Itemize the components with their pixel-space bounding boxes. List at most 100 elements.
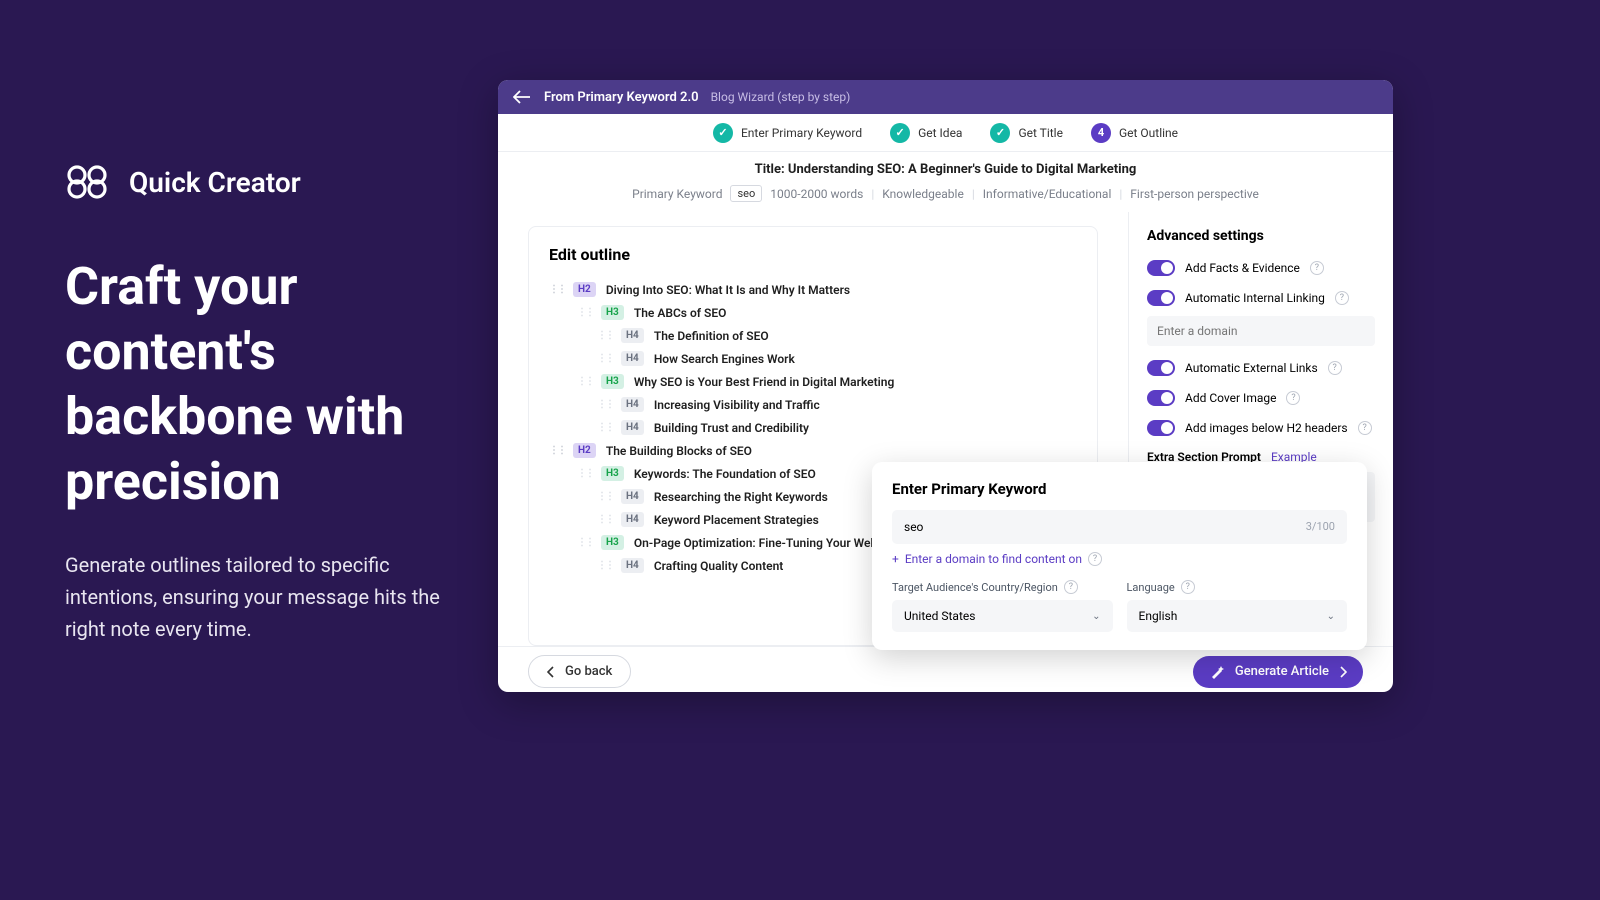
logo: Quick Creator	[65, 165, 485, 199]
toggle-cover-image[interactable]	[1147, 390, 1175, 406]
outline-item[interactable]: ⋮⋮ H3 The ABCs of SEO	[577, 301, 1077, 324]
drag-handle-icon[interactable]: ⋮⋮	[597, 330, 611, 341]
step-label: Get Idea	[918, 126, 962, 140]
tone: Knowledgeable	[882, 187, 964, 201]
outline-text: Keywords: The Foundation of SEO	[634, 467, 816, 481]
heading-level-tag: H2	[573, 443, 596, 458]
setting-external-links: Automatic External Links ?	[1147, 360, 1375, 376]
drag-handle-icon[interactable]: ⋮⋮	[577, 537, 591, 548]
help-icon[interactable]: ?	[1064, 580, 1078, 594]
hero-subtitle: Generate outlines tailored to specific i…	[65, 549, 485, 645]
drag-handle-icon[interactable]: ⋮⋮	[597, 560, 611, 571]
generate-article-button[interactable]: Generate Article	[1193, 656, 1363, 688]
drag-handle-icon[interactable]: ⋮⋮	[597, 422, 611, 433]
help-icon[interactable]: ?	[1358, 421, 1372, 435]
outline-text: Keyword Placement Strategies	[654, 513, 819, 527]
pov: First-person perspective	[1130, 187, 1259, 201]
drag-handle-icon[interactable]: ⋮⋮	[577, 376, 591, 387]
heading-level-tag: H4	[621, 397, 644, 412]
style: Informative/Educational	[983, 187, 1112, 201]
check-icon: ✓	[990, 123, 1010, 143]
outline-text: Researching the Right Keywords	[654, 490, 828, 504]
region-select[interactable]: United States ⌄	[892, 600, 1113, 632]
help-icon[interactable]: ?	[1181, 580, 1195, 594]
outline-text: Diving Into SEO: What It Is and Why It M…	[606, 283, 850, 297]
step-enter-keyword[interactable]: ✓ Enter Primary Keyword	[713, 123, 862, 143]
outline-item[interactable]: ⋮⋮ H4 How Search Engines Work	[597, 347, 1077, 370]
chevron-down-icon: ⌄	[1327, 611, 1335, 622]
step-get-title[interactable]: ✓ Get Title	[990, 123, 1063, 143]
back-arrow-icon[interactable]	[512, 87, 532, 107]
check-icon: ✓	[890, 123, 910, 143]
plus-icon: +	[892, 552, 899, 566]
drag-handle-icon[interactable]: ⋮⋮	[577, 307, 591, 318]
header-title: From Primary Keyword 2.0	[544, 90, 699, 105]
outline-item[interactable]: ⋮⋮H2The Building Blocks of SEO	[549, 439, 1077, 462]
setting-h2-images: Add images below H2 headers ?	[1147, 420, 1375, 436]
toggle-h2-images[interactable]	[1147, 420, 1175, 436]
popup-title: Enter Primary Keyword	[892, 480, 1347, 498]
help-icon[interactable]: ?	[1310, 261, 1324, 275]
outline-item[interactable]: ⋮⋮H4The Definition of SEO	[597, 324, 1077, 347]
outline-text: Why SEO is Your Best Friend in Digital M…	[634, 375, 894, 389]
article-meta: Title: Understanding SEO: A Beginner's G…	[498, 152, 1393, 212]
drag-handle-icon[interactable]: ⋮⋮	[597, 491, 611, 502]
outline-item[interactable]: ⋮⋮ H3 Why SEO is Your Best Friend in Digit…	[577, 370, 1077, 393]
wizard-footer: Go back Generate Article	[498, 646, 1393, 692]
drag-handle-icon[interactable]: ⋮⋮	[549, 445, 563, 456]
drag-handle-icon[interactable]: ⋮⋮	[597, 353, 611, 364]
article-title: Title: Understanding SEO: A Beginner's G…	[528, 162, 1363, 177]
step-label: Get Outline	[1119, 126, 1178, 140]
primary-keyword-input[interactable]	[892, 510, 1347, 544]
outline-text: On-Page Optimization: Fine-Tuning Your W…	[634, 536, 897, 550]
outline-text: How Search Engines Work	[654, 352, 795, 366]
step-get-idea[interactable]: ✓ Get Idea	[890, 123, 962, 143]
magic-wand-icon	[1209, 664, 1225, 680]
heading-level-tag: H4	[621, 558, 644, 573]
outline-text: Increasing Visibility and Traffic	[654, 398, 820, 412]
help-icon[interactable]: ?	[1286, 391, 1300, 405]
logo-icon	[65, 165, 109, 199]
heading-level-tag: H3	[601, 466, 624, 481]
heading-level-tag: H3	[601, 305, 624, 320]
step-number-badge: 4	[1091, 123, 1111, 143]
app-header: From Primary Keyword 2.0 Blog Wizard (st…	[498, 80, 1393, 114]
heading-level-tag: H4	[621, 489, 644, 504]
toggle-internal-link[interactable]	[1147, 290, 1175, 306]
help-icon[interactable]: ?	[1328, 361, 1342, 375]
go-back-button[interactable]: Go back	[528, 655, 631, 688]
heading-level-tag: H4	[621, 512, 644, 527]
chevron-right-icon	[1339, 666, 1347, 678]
toggle-external-link[interactable]	[1147, 360, 1175, 376]
wizard-stepper: ✓ Enter Primary Keyword ✓ Get Idea ✓ Get…	[498, 114, 1393, 152]
setting-cover-image: Add Cover Image ?	[1147, 390, 1375, 406]
check-icon: ✓	[713, 123, 733, 143]
setting-internal-linking: Automatic Internal Linking ?	[1147, 290, 1375, 306]
outline-item[interactable]: ⋮⋮H4Building Trust and Credibility	[597, 416, 1077, 439]
toggle-facts[interactable]	[1147, 260, 1175, 276]
setting-facts-evidence: Add Facts & Evidence ?	[1147, 260, 1375, 276]
chevron-left-icon	[547, 666, 555, 678]
heading-level-tag: H4	[621, 351, 644, 366]
char-count: 3/100	[1306, 520, 1335, 533]
header-subtitle: Blog Wizard (step by step)	[711, 90, 851, 104]
drag-handle-icon[interactable]: ⋮⋮	[597, 514, 611, 525]
settings-title: Advanced settings	[1147, 228, 1375, 244]
drag-handle-icon[interactable]: ⋮⋮	[597, 399, 611, 410]
step-get-outline[interactable]: 4 Get Outline	[1091, 123, 1178, 143]
outline-text: Building Trust and Credibility	[654, 421, 809, 435]
language-select[interactable]: English ⌄	[1127, 600, 1348, 632]
add-domain-link[interactable]: + Enter a domain to find content on ?	[892, 552, 1347, 566]
drag-handle-icon[interactable]: ⋮⋮	[549, 284, 563, 295]
help-icon[interactable]: ?	[1335, 291, 1349, 305]
heading-level-tag: H2	[573, 282, 596, 297]
outline-item[interactable]: ⋮⋮ H4 Increasing Visibility and Traffic	[597, 393, 1077, 416]
outline-item[interactable]: ⋮⋮ H2 Diving Into SEO: What It Is and Why …	[549, 278, 1077, 301]
step-label: Enter Primary Keyword	[741, 126, 862, 140]
outline-panel-title: Edit outline	[549, 245, 1077, 264]
help-icon[interactable]: ?	[1088, 552, 1102, 566]
heading-level-tag: H3	[601, 374, 624, 389]
outline-text: The ABCs of SEO	[634, 306, 727, 320]
internal-link-domain-input[interactable]	[1147, 316, 1375, 346]
drag-handle-icon[interactable]: ⋮⋮	[577, 468, 591, 479]
